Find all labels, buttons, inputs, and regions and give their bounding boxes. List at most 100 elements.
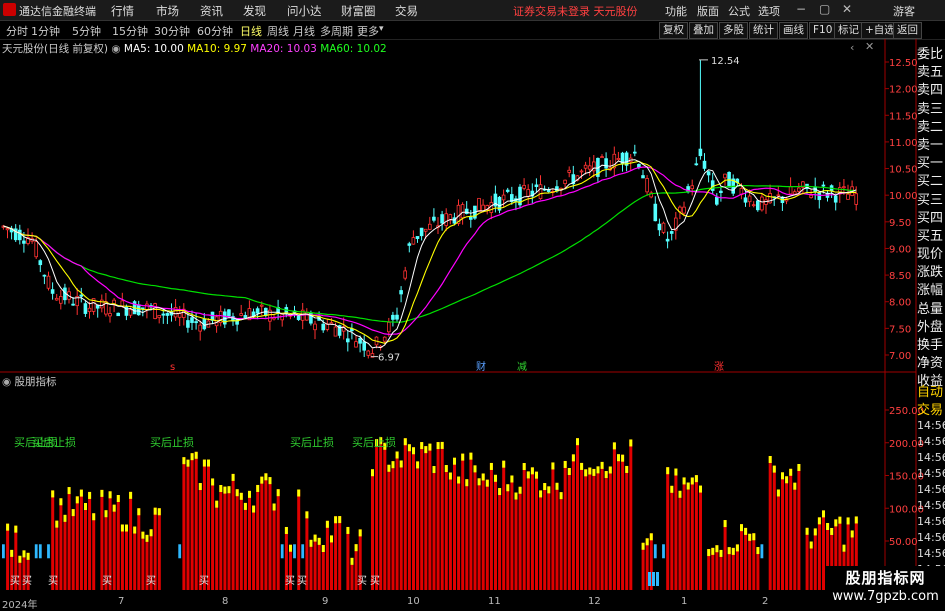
buy-tag: 买 — [285, 575, 295, 587]
indicator-bar — [457, 476, 461, 590]
indicator-bar — [325, 520, 329, 590]
candle-body — [71, 303, 75, 306]
indicator-bar-tip — [403, 438, 407, 446]
candle-body — [194, 321, 198, 324]
quote-label[interactable]: 买一 — [917, 155, 945, 173]
indicator-bar — [120, 524, 124, 590]
candle-body — [694, 163, 699, 166]
price-tick-label: 12.50 — [889, 58, 918, 69]
indicator-bar — [219, 485, 223, 590]
kline-chart[interactable]: 12.546.97s 财减涨 买后止损 买后止损 买后止损 买后止损买后止损买买买买买买… — [0, 0, 945, 609]
indicator-bar-tip — [399, 460, 403, 468]
candle-body — [38, 260, 43, 266]
indicator-bar — [571, 454, 575, 590]
quote-label[interactable]: 涨幅 — [917, 282, 945, 300]
ma10-line — [3, 160, 857, 344]
indicator-bar-tip — [149, 529, 153, 537]
indicator-bar-tip — [26, 552, 30, 560]
indicator-bar — [473, 465, 477, 590]
indicator-bar-tip — [268, 477, 272, 485]
buy-tag: 买 — [48, 575, 58, 587]
quote-label[interactable]: 委比 — [917, 46, 945, 64]
candle-body — [17, 229, 22, 241]
quote-label[interactable]: 换手 — [917, 337, 945, 355]
indicator-bar-tip — [813, 528, 817, 536]
quote-label[interactable]: 卖五 — [917, 64, 945, 82]
candle-body — [817, 192, 822, 201]
event-marker: 财 — [476, 360, 486, 373]
indicator-bar-tip — [416, 461, 420, 469]
indicator-pane: 买后止损 买后止损 买后止损 买后止损买后止损买买买买买买买买买买 — [2, 435, 858, 590]
indicator-bar — [157, 508, 161, 590]
candle-body — [788, 186, 793, 195]
quote-label[interactable]: 买二 — [917, 173, 945, 191]
indicator-bar — [559, 492, 563, 590]
quote-label[interactable]: 净资 — [917, 355, 945, 373]
indicator-bar-tip — [440, 441, 444, 449]
indicator-bar-negative — [656, 572, 659, 586]
quote-label[interactable]: 总量 — [917, 301, 945, 319]
indicator-bar — [231, 473, 235, 590]
indicator-bar-tip — [748, 533, 752, 541]
date-label: 7 — [118, 596, 125, 607]
date-label: 1 — [681, 596, 688, 607]
quote-label[interactable]: 卖四 — [917, 82, 945, 100]
quote-label[interactable]: 涨跌 — [917, 264, 945, 282]
auto-label[interactable]: 自动 — [917, 384, 945, 402]
candle-body — [587, 165, 592, 170]
quote-label[interactable]: 外盘 — [917, 319, 945, 337]
indicator-bar-tip — [284, 526, 288, 534]
indicator-bar-tip — [338, 516, 342, 524]
quote-label[interactable]: 卖二 — [917, 119, 945, 137]
indicator-bar-tip — [420, 442, 424, 450]
indicator-bar — [805, 527, 809, 590]
quote-label[interactable]: 买五 — [917, 228, 945, 246]
indicator-bar — [436, 442, 440, 590]
indicator-bar — [453, 457, 456, 590]
indicator-bar-negative — [47, 544, 50, 559]
indicator-bar-tip — [79, 489, 83, 497]
indicator-bar — [776, 489, 780, 590]
indicator-bar-tip — [252, 505, 256, 513]
candle-body — [136, 304, 141, 316]
buy-stoploss-label: 买后止损 — [352, 435, 396, 449]
indicator-bar — [781, 472, 784, 590]
indicator-bar-tip — [473, 465, 477, 473]
indicator-bar — [88, 491, 92, 590]
indicator-bar — [79, 489, 83, 590]
candle-body — [776, 194, 781, 197]
candle-body — [391, 314, 395, 320]
indicator-bar — [465, 479, 469, 590]
indicator-bar-tip — [666, 467, 670, 475]
candle-body — [505, 189, 510, 192]
candle-body — [809, 194, 813, 198]
indicator-bar — [416, 461, 420, 590]
indicator-bar — [371, 469, 374, 590]
quote-label[interactable]: 卖三 — [917, 101, 945, 119]
candle-body — [719, 190, 723, 193]
indicator-bar-tip — [731, 547, 735, 555]
candle-body — [756, 200, 760, 211]
indicator-bar — [694, 475, 698, 590]
indicator-bar-tip — [424, 446, 428, 454]
indicator-bar-tip — [539, 490, 543, 498]
indicator-bar — [547, 486, 551, 590]
indicator-bar-tip — [444, 465, 448, 473]
indicator-bar-tip — [248, 490, 251, 498]
indicator-bar-tip — [22, 550, 26, 558]
candle-body — [653, 203, 658, 222]
quote-label[interactable]: 买三 — [917, 192, 945, 210]
candle-body — [190, 317, 194, 323]
candle-body — [604, 158, 608, 169]
quote-label[interactable]: 现价 — [917, 246, 945, 264]
candle-body — [296, 314, 301, 320]
candle-body — [706, 171, 711, 176]
indicator-bar-tip — [530, 467, 534, 475]
indicator-bar-tip — [395, 451, 399, 459]
indicator-bar-tip — [297, 489, 301, 497]
quote-label[interactable]: 卖一 — [917, 137, 945, 155]
ticker-time: 14:56 — [917, 435, 945, 448]
indicator-bar-tip — [826, 523, 830, 531]
quote-label[interactable]: 买四 — [917, 210, 945, 228]
indicator-bar-tip — [334, 516, 338, 524]
